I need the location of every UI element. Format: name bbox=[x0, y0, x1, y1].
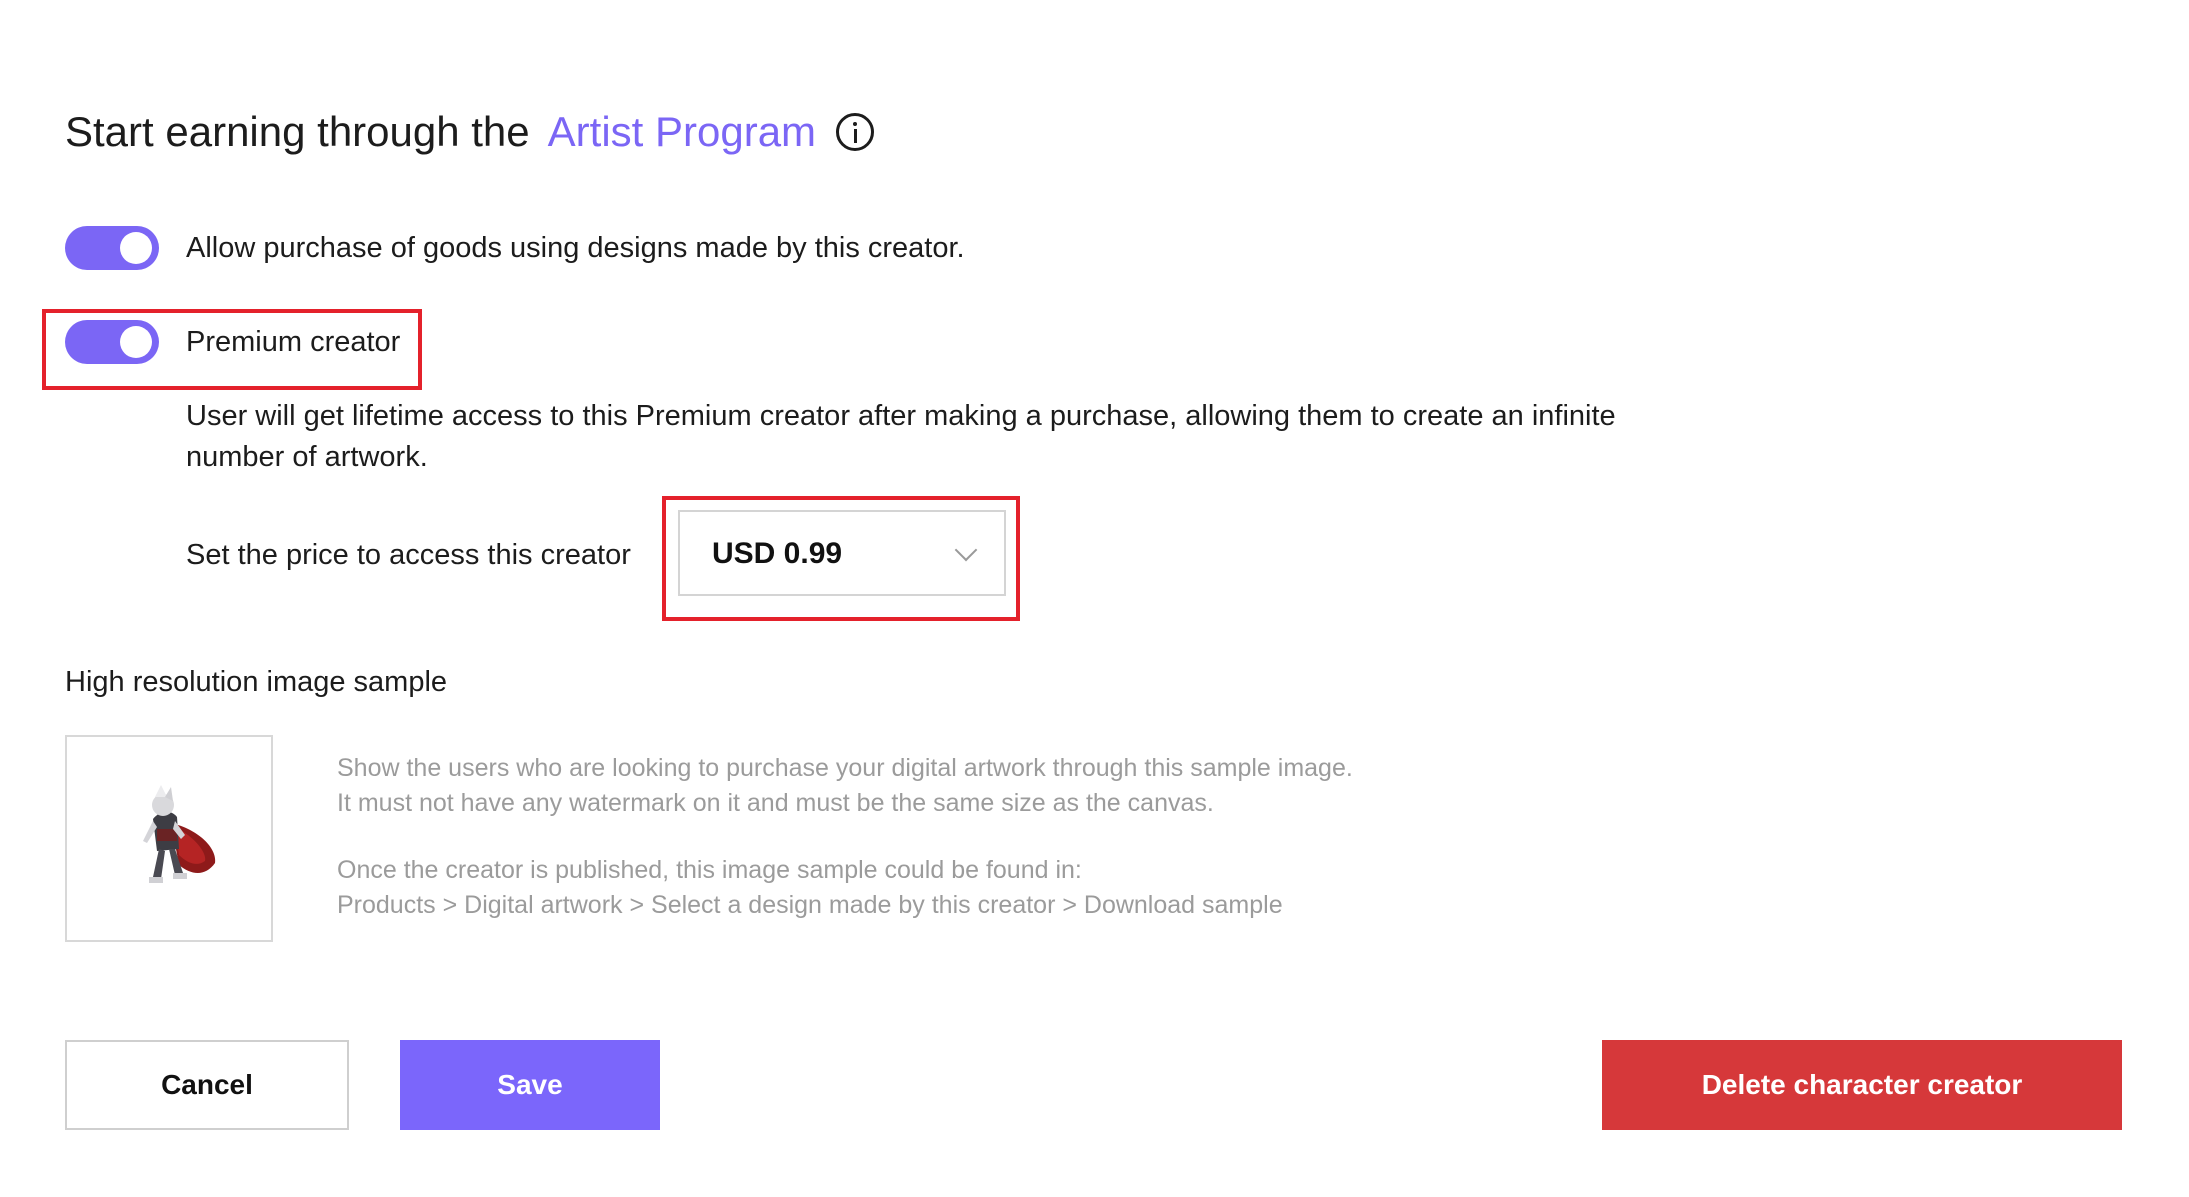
premium-description: User will get lifetime access to this Pr… bbox=[186, 400, 1616, 473]
sample-image-thumbnail[interactable] bbox=[65, 735, 273, 942]
cancel-button[interactable]: Cancel bbox=[65, 1040, 349, 1130]
character-figure-image bbox=[143, 785, 216, 883]
premium-highlight-box bbox=[42, 309, 422, 390]
toggle-knob bbox=[120, 232, 152, 264]
save-button[interactable]: Save bbox=[400, 1040, 660, 1130]
sample-text-line-3: Once the creator is published, this imag… bbox=[337, 856, 1082, 884]
allow-purchase-toggle[interactable] bbox=[65, 226, 159, 270]
sample-text-line-1: Show the users who are looking to purcha… bbox=[337, 754, 1353, 782]
sample-text-line-4: Products > Digital artwork > Select a de… bbox=[337, 891, 1283, 919]
info-icon[interactable] bbox=[836, 113, 875, 151]
page-heading: Start earning through the Artist Program bbox=[65, 100, 875, 164]
heading-text: Start earning through the bbox=[65, 108, 530, 155]
sample-text-line-2: It must not have any watermark on it and… bbox=[337, 789, 1214, 817]
allow-purchase-label: Allow purchase of goods using designs ma… bbox=[186, 232, 965, 264]
price-label: Set the price to access this creator bbox=[186, 539, 631, 571]
artist-program-link[interactable]: Artist Program bbox=[548, 100, 816, 164]
sample-section-title: High resolution image sample bbox=[65, 666, 448, 698]
price-highlight-box bbox=[662, 496, 1020, 621]
delete-character-creator-button[interactable]: Delete character creator bbox=[1602, 1040, 2122, 1130]
